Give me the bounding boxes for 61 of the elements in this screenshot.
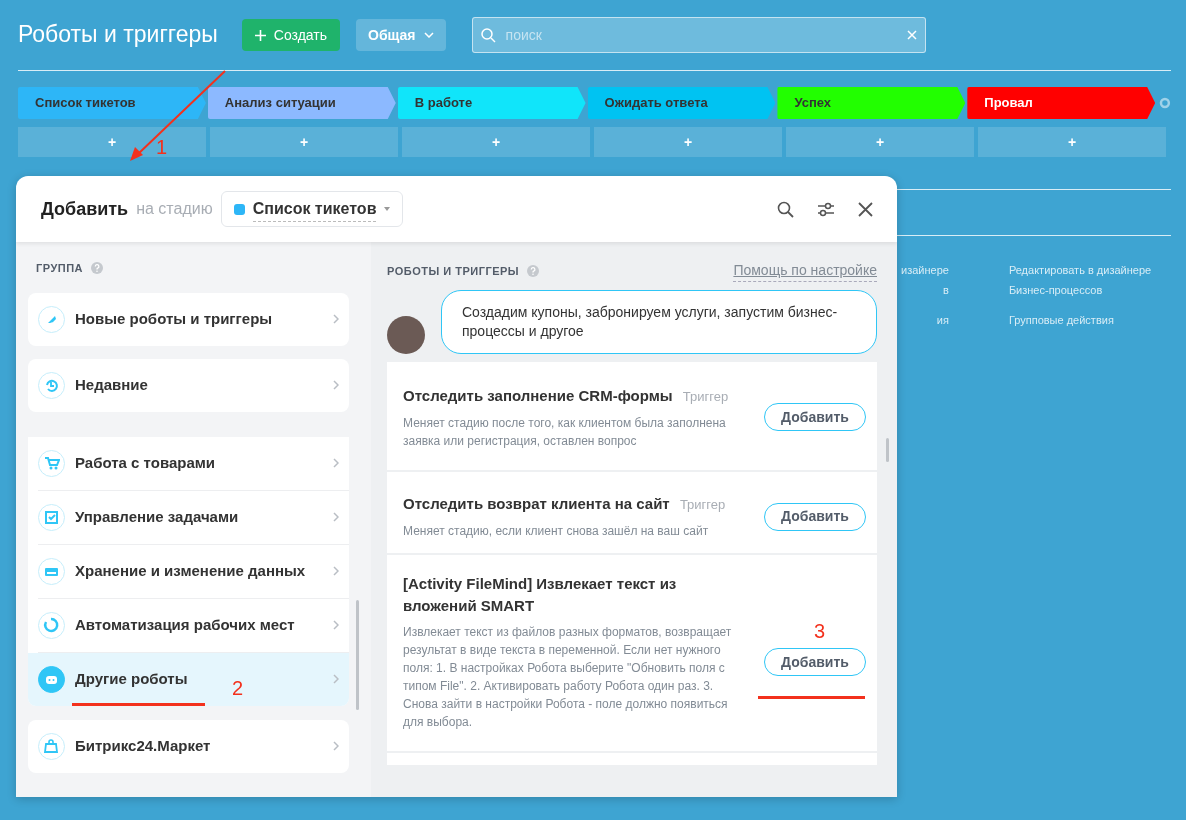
section-heading: РОБОТЫ И ТРИГГЕРЫ bbox=[387, 263, 520, 279]
stage-column[interactable]: Список тикетов bbox=[18, 87, 206, 119]
search-input[interactable]: поиск bbox=[503, 23, 899, 47]
group-item[interactable]: Новые роботы и триггеры bbox=[28, 292, 349, 346]
robot-description: Извлекает текст из файлов разных форматов, возвращает результат в виде текста в переменной. Если нет нужного поля: 1. В настройках Робота выберите "Обновить поля с типом File". 2. Активировать работу Робота один раз. 3. Снова зайти в настройки Робота - поле должно появиться для выбора. bbox=[403, 624, 733, 731]
group-item[interactable]: Управление задачами bbox=[28, 490, 349, 544]
page-title: Роботы и триггеры bbox=[18, 21, 218, 49]
group-icon bbox=[38, 449, 65, 477]
chevron-right-icon bbox=[333, 620, 339, 630]
chevron-right-icon bbox=[333, 512, 339, 522]
group-item[interactable]: Хранение и изменение данных bbox=[28, 544, 349, 598]
add-button[interactable]: Добавить bbox=[764, 648, 866, 676]
robot-title: Отследить заполнение CRM-формы Триггер bbox=[403, 385, 730, 406]
stage-select[interactable]: Список тикетов bbox=[220, 191, 404, 227]
group-icon bbox=[38, 305, 65, 333]
group-icon bbox=[38, 371, 65, 399]
group-item[interactable]: Работа с товарами bbox=[28, 436, 349, 490]
chevron-right-icon bbox=[333, 741, 339, 751]
annotation-number: 1 bbox=[156, 137, 168, 157]
annotation-number: 3 bbox=[814, 621, 826, 641]
stage-column[interactable]: В работе bbox=[397, 87, 586, 119]
help-icon bbox=[527, 265, 540, 277]
scrollbar[interactable] bbox=[356, 600, 359, 710]
robot-description: Меняет стадию, если клиент снова зашёл на ваш сайт bbox=[403, 523, 710, 540]
help-icon bbox=[91, 262, 104, 275]
chevron-right-icon bbox=[333, 566, 339, 576]
stage-column[interactable]: Провал bbox=[967, 87, 1156, 119]
group-icon bbox=[38, 557, 65, 585]
group-icon bbox=[38, 665, 65, 693]
group-item[interactable]: Битрикс24.Маркет bbox=[28, 719, 349, 773]
add-button[interactable]: Добавить bbox=[764, 502, 866, 531]
plus-icon bbox=[254, 29, 266, 41]
robot-title: Отследить возврат клиента на сайт Триггер bbox=[403, 494, 727, 514]
tip-bubble: Создадим купоны, забронируем услуги, запустим бизнес-процессы и другое bbox=[441, 290, 877, 354]
close-icon bbox=[906, 30, 917, 40]
chevron-right-icon bbox=[333, 674, 339, 684]
stage-column[interactable]: Успех bbox=[777, 87, 966, 119]
chevron-down-icon bbox=[423, 32, 434, 38]
group-icon bbox=[38, 611, 65, 639]
search-field[interactable]: поиск bbox=[471, 17, 926, 53]
stage-label: на стадию bbox=[136, 199, 213, 219]
caret-icon bbox=[384, 207, 391, 211]
annotation-number: 2 bbox=[232, 678, 244, 698]
robot-description: Меняет стадию после того, как клиентом была заполнена заявка или регистрация, оставлен вопрос bbox=[403, 414, 727, 450]
group-icon bbox=[38, 732, 65, 760]
stage-column[interactable]: Ожидать ответа bbox=[587, 87, 776, 119]
help-link[interactable]: Помощь по настройке bbox=[733, 260, 877, 282]
group-icon bbox=[38, 503, 65, 531]
add-button[interactable]: Добавить bbox=[764, 403, 866, 431]
avatar bbox=[387, 316, 425, 354]
dialog-title: Добавить bbox=[41, 197, 129, 221]
group-item[interactable]: Автоматизация рабочих мест bbox=[28, 598, 349, 652]
search-icon bbox=[480, 27, 496, 43]
section-heading: ГРУППА bbox=[36, 261, 84, 276]
chevron-right-icon bbox=[333, 380, 339, 390]
group-item[interactable]: Недавние bbox=[28, 358, 349, 412]
robot-title: [Activity FileMind] Извлекает текст из вложений SMART bbox=[403, 574, 678, 616]
stage-column[interactable]: Анализ ситуации bbox=[207, 87, 396, 119]
chevron-right-icon bbox=[333, 458, 339, 468]
chevron-right-icon bbox=[333, 314, 339, 324]
scrollbar[interactable] bbox=[886, 438, 889, 462]
